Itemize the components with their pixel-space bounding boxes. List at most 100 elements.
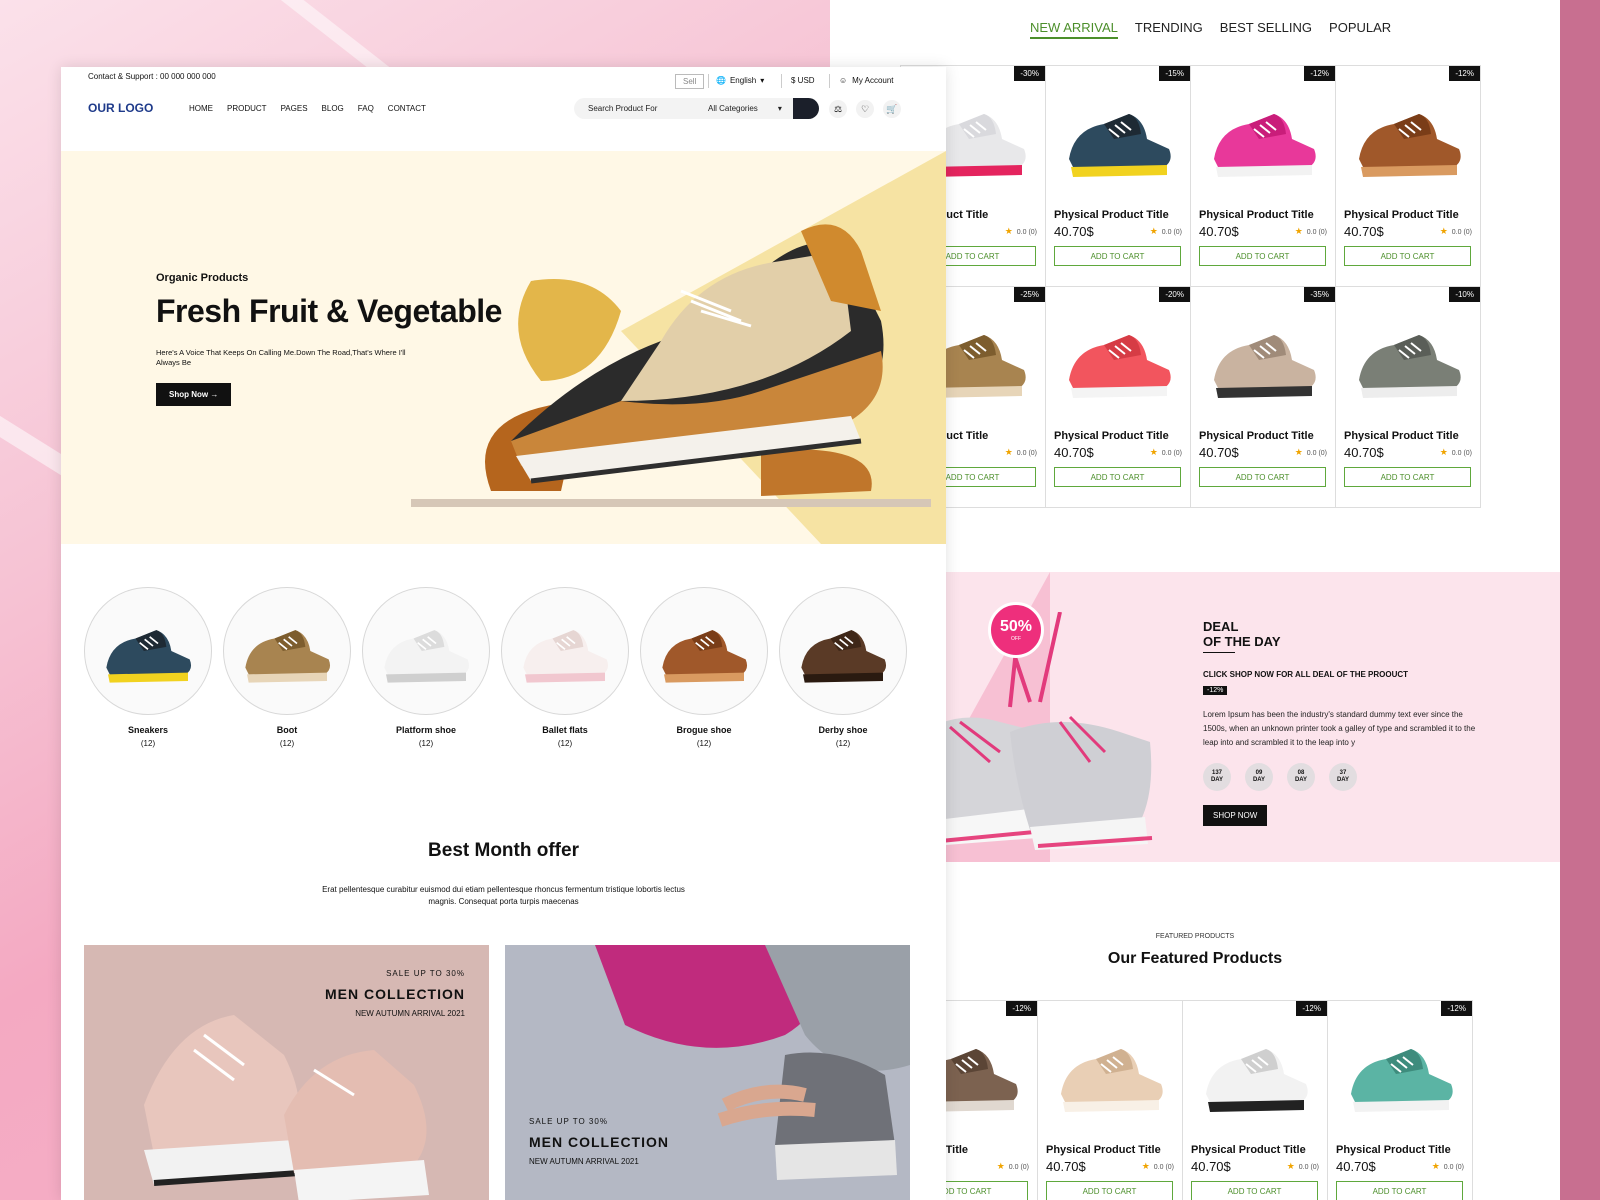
- search-button[interactable]: [793, 98, 819, 119]
- product-title[interactable]: Physical Product Title: [1199, 209, 1314, 221]
- add-to-cart-button[interactable]: ADD TO CART: [1191, 1181, 1318, 1200]
- promo-card-men[interactable]: SALE UP TO 30% MEN COLLECTION NEW AUTUMN…: [84, 945, 489, 1200]
- add-to-cart-button[interactable]: ADD TO CART: [1199, 246, 1326, 266]
- add-to-cart-button[interactable]: ADD TO CART: [1054, 467, 1181, 487]
- add-to-cart-button[interactable]: ADD TO CART: [1199, 467, 1326, 487]
- product-title[interactable]: Physical Product Title: [1191, 1144, 1306, 1156]
- discount-badge: -35%: [1304, 287, 1335, 302]
- product-image[interactable]: [1199, 84, 1328, 194]
- category-image: [223, 587, 351, 715]
- add-to-cart-button[interactable]: ADD TO CART: [1046, 1181, 1173, 1200]
- site-logo[interactable]: OUR LOGO: [88, 101, 153, 115]
- featured-product-card[interactable]: Physical Product Title 40.70$ ★ 0.0 (0) A…: [1038, 1001, 1183, 1200]
- tab-best-selling[interactable]: BEST SELLING: [1220, 20, 1312, 39]
- product-rating: ★ 0.0 (0): [1440, 447, 1472, 458]
- sell-button[interactable]: Sell: [675, 74, 705, 89]
- promo-card-men[interactable]: SALE UP TO 30% MEN COLLECTION NEW AUTUMN…: [505, 945, 910, 1200]
- category-item[interactable]: Sneakers (12): [84, 587, 212, 748]
- header-divider: [829, 74, 830, 88]
- featured-product-card[interactable]: -12% Physical Product Title 40.70$ ★ 0.0 …: [1328, 1001, 1473, 1200]
- product-title[interactable]: Physical Product Title: [1046, 1144, 1161, 1156]
- category-count: (12): [835, 739, 851, 748]
- timer-value: 09: [1255, 770, 1263, 776]
- product-title[interactable]: Physical Product Title: [1344, 430, 1459, 442]
- product-rating: ★ 0.0 (0): [1150, 447, 1182, 458]
- deal-discount-badge: -12%: [1203, 686, 1228, 695]
- product-rating: ★ 0.0 (0): [1005, 226, 1037, 237]
- product-image[interactable]: [1191, 1019, 1320, 1129]
- product-title[interactable]: Physical Product Title: [1199, 430, 1314, 442]
- shop-now-label: Shop Now: [169, 390, 209, 399]
- nav-contact[interactable]: CONTACT: [388, 104, 426, 113]
- currency-selector[interactable]: $ USD: [791, 76, 815, 85]
- search-input[interactable]: Search Product For: [588, 104, 657, 113]
- add-to-cart-button[interactable]: ADD TO CART: [1344, 246, 1471, 266]
- hero-shop-now-button[interactable]: Shop Now →: [156, 383, 232, 406]
- product-title[interactable]: Physical Product Title: [1054, 209, 1169, 221]
- product-image[interactable]: [1344, 305, 1473, 415]
- product-image[interactable]: [1336, 1019, 1465, 1129]
- product-card[interactable]: -10% Physical Product Title 40.70$ ★ 0.0 …: [1336, 287, 1481, 508]
- category-item[interactable]: Boot (12): [223, 587, 351, 748]
- nav-blog[interactable]: BLOG: [322, 104, 344, 113]
- star-icon: ★: [1004, 447, 1013, 457]
- add-to-cart-button[interactable]: ADD TO CART: [1336, 1181, 1463, 1200]
- category-image: [501, 587, 629, 715]
- category-item[interactable]: Platform shoe (12): [362, 587, 490, 748]
- category-count: (12): [696, 739, 712, 748]
- rating-value: 0.0 (0): [1451, 229, 1472, 236]
- featured-product-grid: -12% Product Title ★0.0 (0) ADD TO CART …: [892, 1000, 1473, 1200]
- nav-faq[interactable]: FAQ: [358, 104, 374, 113]
- discount-badge: -12%: [1296, 1001, 1327, 1016]
- category-name: Platform shoe: [395, 725, 456, 735]
- deal-title-line2: OF THE DAY: [1203, 634, 1281, 649]
- product-image[interactable]: [1046, 1019, 1175, 1129]
- promo-note: NEW AUTUMN ARRIVAL 2021: [529, 1157, 639, 1166]
- product-rating: ★ 0.0 (0): [1295, 447, 1327, 458]
- timer-value: 137: [1211, 770, 1222, 776]
- nav-home[interactable]: HOME: [189, 104, 213, 113]
- category-item[interactable]: Derby shoe (12): [779, 587, 907, 748]
- tab-new-arrival[interactable]: NEW ARRIVAL: [1030, 20, 1118, 39]
- product-image[interactable]: [1199, 305, 1328, 415]
- language-selector[interactable]: 🌐 English ▾: [716, 76, 764, 85]
- product-card[interactable]: -15% Physical Product Title 40.70$ ★ 0.0 …: [1046, 66, 1191, 287]
- product-title[interactable]: Physical Product Title: [1054, 430, 1169, 442]
- hero-title: Fresh Fruit & Vegetable: [156, 293, 502, 329]
- product-card[interactable]: -20% Physical Product Title 40.70$ ★ 0.0 …: [1046, 287, 1191, 508]
- countdown-timer: 09 DAY: [1245, 763, 1273, 791]
- product-price: 40.70$: [1054, 445, 1094, 460]
- featured-product-card[interactable]: -12% Physical Product Title 40.70$ ★ 0.0 …: [1183, 1001, 1328, 1200]
- star-icon: ★: [1439, 447, 1448, 457]
- compare-icon[interactable]: ⚖: [829, 100, 847, 118]
- nav-pages[interactable]: PAGES: [281, 104, 308, 113]
- timer-unit: DAY: [1336, 777, 1350, 783]
- category-image: [640, 587, 768, 715]
- product-card[interactable]: -12% Physical Product Title 40.70$ ★ 0.0 …: [1336, 66, 1481, 287]
- currency-label: USD: [797, 76, 815, 85]
- product-image[interactable]: [1054, 84, 1183, 194]
- category-count: (12): [279, 739, 295, 748]
- heart-icon[interactable]: ♡: [856, 100, 874, 118]
- my-account-link[interactable]: ☺ My Account: [839, 76, 894, 85]
- category-select[interactable]: All Categories ▾: [708, 104, 782, 113]
- tab-trending[interactable]: TRENDING: [1135, 20, 1203, 39]
- add-to-cart-button[interactable]: ADD TO CART: [1344, 467, 1471, 487]
- product-title[interactable]: Physical Product Title: [1344, 209, 1459, 221]
- nav-product[interactable]: PRODUCT: [227, 104, 267, 113]
- tab-popular[interactable]: POPULAR: [1329, 20, 1391, 39]
- category-item[interactable]: Brogue shoe (12): [640, 587, 768, 748]
- product-price: 40.70$: [1054, 224, 1094, 239]
- rating-value: 0.0 (0): [1298, 1164, 1319, 1171]
- deal-shop-now-button[interactable]: SHOP NOW: [1203, 805, 1268, 826]
- product-card[interactable]: -35% Physical Product Title 40.70$ ★ 0.0 …: [1191, 287, 1336, 508]
- star-icon: ★: [1149, 447, 1158, 457]
- star-icon: ★: [1286, 1161, 1295, 1171]
- product-title[interactable]: Physical Product Title: [1336, 1144, 1451, 1156]
- add-to-cart-button[interactable]: ADD TO CART: [1054, 246, 1181, 266]
- product-image[interactable]: [1054, 305, 1183, 415]
- product-image[interactable]: [1344, 84, 1473, 194]
- category-item[interactable]: Ballet flats (12): [501, 587, 629, 748]
- cart-icon[interactable]: 🛒: [883, 100, 901, 118]
- product-card[interactable]: -12% Physical Product Title 40.70$ ★ 0.0 …: [1191, 66, 1336, 287]
